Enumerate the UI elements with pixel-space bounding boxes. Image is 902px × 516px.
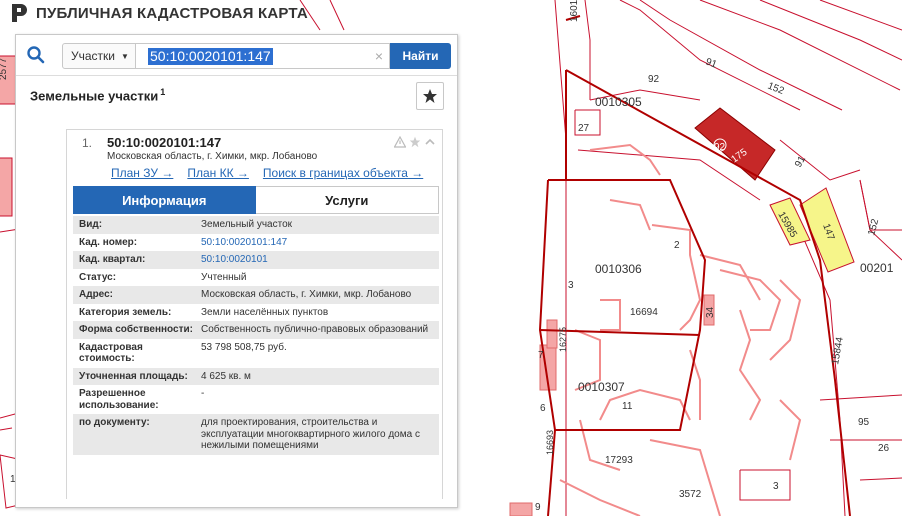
table-row: Кад. квартал: 50:10:0020101 [73,251,439,269]
result-address: Московская область, г. Химки, мкр. Лобан… [107,151,318,162]
map-label: 27 [578,123,590,134]
section-title: Земельные участки 1 [30,87,165,103]
map-label: 1601 [569,0,580,22]
map-label: 3 [773,481,779,492]
map-label: 11 [622,401,633,412]
table-row: Вид: Земельный участок [73,216,439,234]
prop-label: Разрешенное использование: [79,388,159,411]
section-title-text: Земельные участки [30,88,159,104]
table-row: Уточненная площадь: 4 625 кв. м [73,367,439,385]
star-icon [423,89,437,103]
result-links: План ЗУ → План КК → Поиск в границах объ… [111,166,423,180]
prop-label: Форма собственности: [79,324,193,335]
map-label: 34 [705,306,716,318]
map-label: 91 [793,154,808,170]
prop-value: - [201,388,205,399]
map-label: 3572 [679,489,702,500]
map-label: 26 [878,443,890,454]
map-label: 16694 [630,307,658,318]
prop-label: Вид: [79,219,103,230]
page-title: ПУБЛИЧНАЯ КАДАСТРОВАЯ КАРТА [36,4,308,22]
search-type-label: Участки [71,49,115,63]
map-label: 16693 [545,430,555,455]
search-toggle-button[interactable] [16,35,56,75]
prop-value: Земли населённых пунктов [201,306,329,318]
map-label: 0010307 [578,380,625,394]
map-label: 6 [540,403,546,414]
map-label: 15844 [830,336,846,366]
search-query: 50:10:0020101:147 [148,48,273,65]
map-label: 7 [538,350,544,361]
prop-label: Категория земель: [79,306,172,318]
table-row: Адрес: Московская область, г. Химки, мкр… [73,286,439,304]
map-label: 95 [858,417,870,428]
prop-value: Земельный участок [201,219,293,230]
star-outline-icon[interactable] [409,136,421,148]
table-row: Кадастровая стоимость: 53 798 508,75 руб… [73,339,439,368]
prop-label: по документу: [79,417,150,428]
map-label: 00201 [860,261,894,275]
table-row: по документу: для проектирования, строит… [73,414,439,455]
link-plan-zu[interactable]: План ЗУ → [111,166,173,180]
prop-label: Кад. квартал: [79,254,146,265]
chevron-up-icon[interactable] [424,136,436,148]
search-type-select[interactable]: Участки ▼ [62,43,136,69]
search-panel: Участки ▼ 50:10:0020101:147 × Найти Земе… [15,34,458,508]
chevron-down-icon: ▼ [121,51,129,61]
result-count: 1 [160,87,166,97]
prop-value: 53 798 508,75 руб. [201,341,287,353]
search-input[interactable]: 50:10:0020101:147 × [136,43,390,69]
clear-icon[interactable]: × [375,48,383,64]
map-label: 3 [568,280,574,291]
prop-label: Статус: [79,271,117,283]
app-header: ПУБЛИЧНАЯ КАДАСТРОВАЯ КАРТА [0,0,308,26]
map-label: 0010305 [595,95,642,109]
find-button[interactable]: Найти [390,43,451,69]
search-icon [27,46,45,64]
prop-label: Кадастровая стоимость: [79,341,143,365]
prop-label: Кад. номер: [79,236,138,248]
result-card: 1. 50:10:0020101:147 Московская область,… [66,129,443,499]
map-label: 92 [648,74,660,85]
warning-icon[interactable] [394,136,406,148]
result-number[interactable]: 50:10:0020101:147 [107,135,221,150]
prop-label: Адрес: [79,289,113,300]
table-row: Статус: Учтенный [73,269,439,287]
map-label: 2 [674,240,680,251]
table-row: Категория земель: Земли населённых пункт… [73,304,439,322]
prop-value-link[interactable]: 50:10:0020101:147 [201,237,437,249]
link-plan-kk[interactable]: План КК → [187,166,249,180]
result-tabs: Информация Услуги [73,186,439,214]
prop-label: Уточненная площадь: [79,370,188,382]
map-label: 92 [714,142,726,153]
link-search-in-bounds[interactable]: Поиск в границах объекта → [263,166,423,180]
tab-services[interactable]: Услуги [255,186,439,214]
result-index: 1. [82,136,93,150]
tab-info[interactable]: Информация [73,186,256,214]
prop-value: Учтенный [201,271,247,283]
properties-table: Вид: Земельный участок Кад. номер: 50:10… [73,216,439,455]
search-bar: Участки ▼ 50:10:0020101:147 × Найти [16,35,457,76]
map-label: 16275 [558,327,568,352]
prop-value: Московская область, г. Химки, мкр. Лобан… [201,289,412,300]
prop-value: 4 625 кв. м [201,370,251,382]
map-label: 9 [535,502,541,513]
prop-value: для проектирования, строительства и эксп… [201,417,420,451]
favorite-button[interactable] [416,82,444,110]
map-label: 0010306 [595,262,642,276]
result-actions [394,136,436,148]
table-row: Форма собственности: Собственность публи… [73,321,439,339]
prop-value-link[interactable]: 50:10:0020101 [201,254,437,266]
logo-icon[interactable] [8,2,30,24]
map-label: 2577 [0,57,9,80]
table-row: Кад. номер: 50:10:0020101:147 [73,234,439,252]
table-row: Разрешенное использование: - [73,385,439,414]
map-label: 17293 [605,455,633,466]
prop-value: Собственность публично-правовых образова… [201,324,429,335]
